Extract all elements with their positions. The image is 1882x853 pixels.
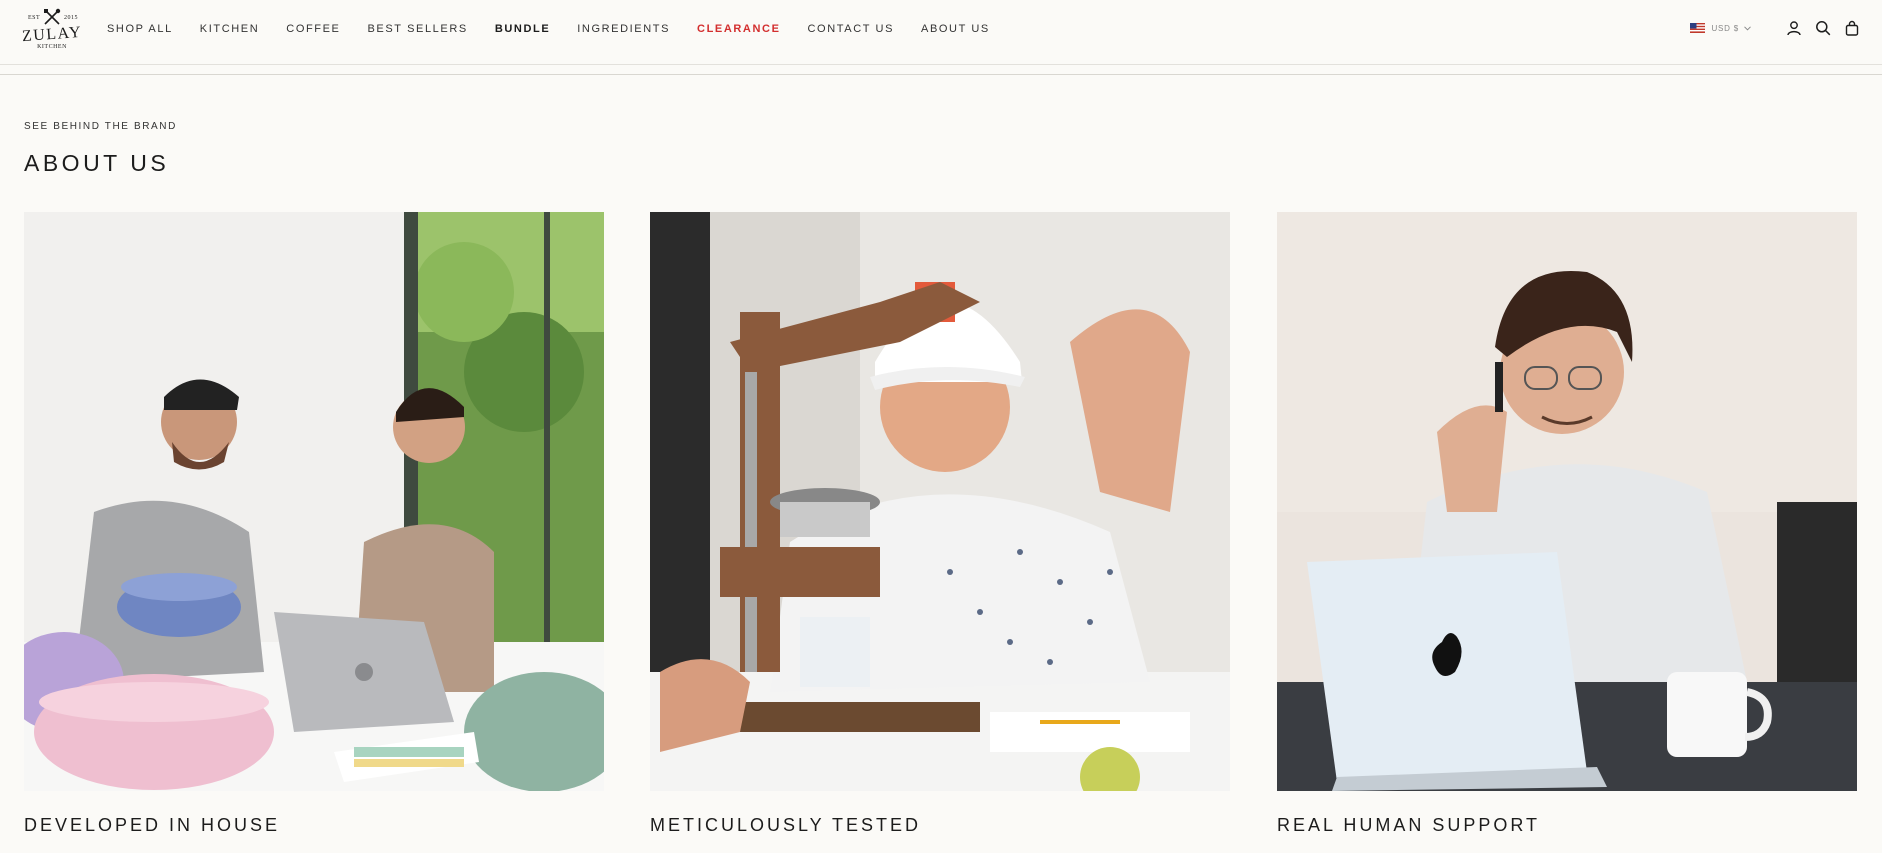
team-meeting-photo [24, 212, 604, 791]
site-header: EST 2015 ZULAY KITCHEN SHOP ALL KITCHEN … [0, 0, 1882, 65]
nav-bundle[interactable]: BUNDLE [495, 22, 550, 36]
nav-best-sellers[interactable]: BEST SELLERS [368, 22, 468, 36]
logo-brand: ZULAY [21, 23, 83, 46]
account-icon[interactable] [1786, 20, 1802, 36]
nav-contact-us[interactable]: CONTACT US [808, 22, 895, 36]
juicer-testing-photo [650, 212, 1230, 791]
logo-year: 2015 [64, 15, 78, 21]
crossed-utensils-icon [44, 8, 61, 25]
section-eyebrow: SEE BEHIND THE BRAND [24, 121, 177, 132]
about-card-developed[interactable]: DEVELOPED IN HOUSE [24, 212, 604, 835]
currency-selector[interactable]: USD $ [1690, 23, 1751, 33]
customer-support-photo [1277, 212, 1857, 791]
chevron-down-icon [1744, 25, 1751, 31]
nav-kitchen[interactable]: KITCHEN [200, 22, 259, 36]
nav-ingredients[interactable]: INGREDIENTS [577, 22, 670, 36]
logo-sub: KITCHEN [37, 44, 67, 50]
nav-clearance[interactable]: CLEARANCE [697, 22, 780, 36]
card-caption: DEVELOPED IN HOUSE [24, 815, 281, 835]
cart-icon[interactable] [1844, 20, 1860, 36]
about-card-support[interactable]: REAL HUMAN SUPPORT [1277, 212, 1857, 835]
card-caption: REAL HUMAN SUPPORT [1277, 815, 1541, 835]
main-nav: SHOP ALL KITCHEN COFFEE BEST SELLERS BUN… [107, 22, 1017, 36]
us-flag-icon [1690, 23, 1706, 33]
search-icon[interactable] [1815, 20, 1831, 36]
about-card-tested[interactable]: METICULOUSLY TESTED [650, 212, 1230, 835]
card-caption: METICULOUSLY TESTED [650, 815, 922, 835]
nav-shop-all[interactable]: SHOP ALL [107, 22, 173, 36]
logo-est: EST [28, 15, 41, 21]
nav-about-us[interactable]: ABOUT US [921, 22, 990, 36]
header-divider [0, 74, 1882, 75]
header-actions: USD $ [1690, 20, 1860, 36]
nav-coffee[interactable]: COFFEE [286, 22, 340, 36]
currency-label: USD $ [1711, 23, 1739, 33]
zulay-kitchen-logo[interactable]: EST 2015 ZULAY KITCHEN [21, 6, 83, 52]
page-title: ABOUT US [24, 150, 170, 176]
